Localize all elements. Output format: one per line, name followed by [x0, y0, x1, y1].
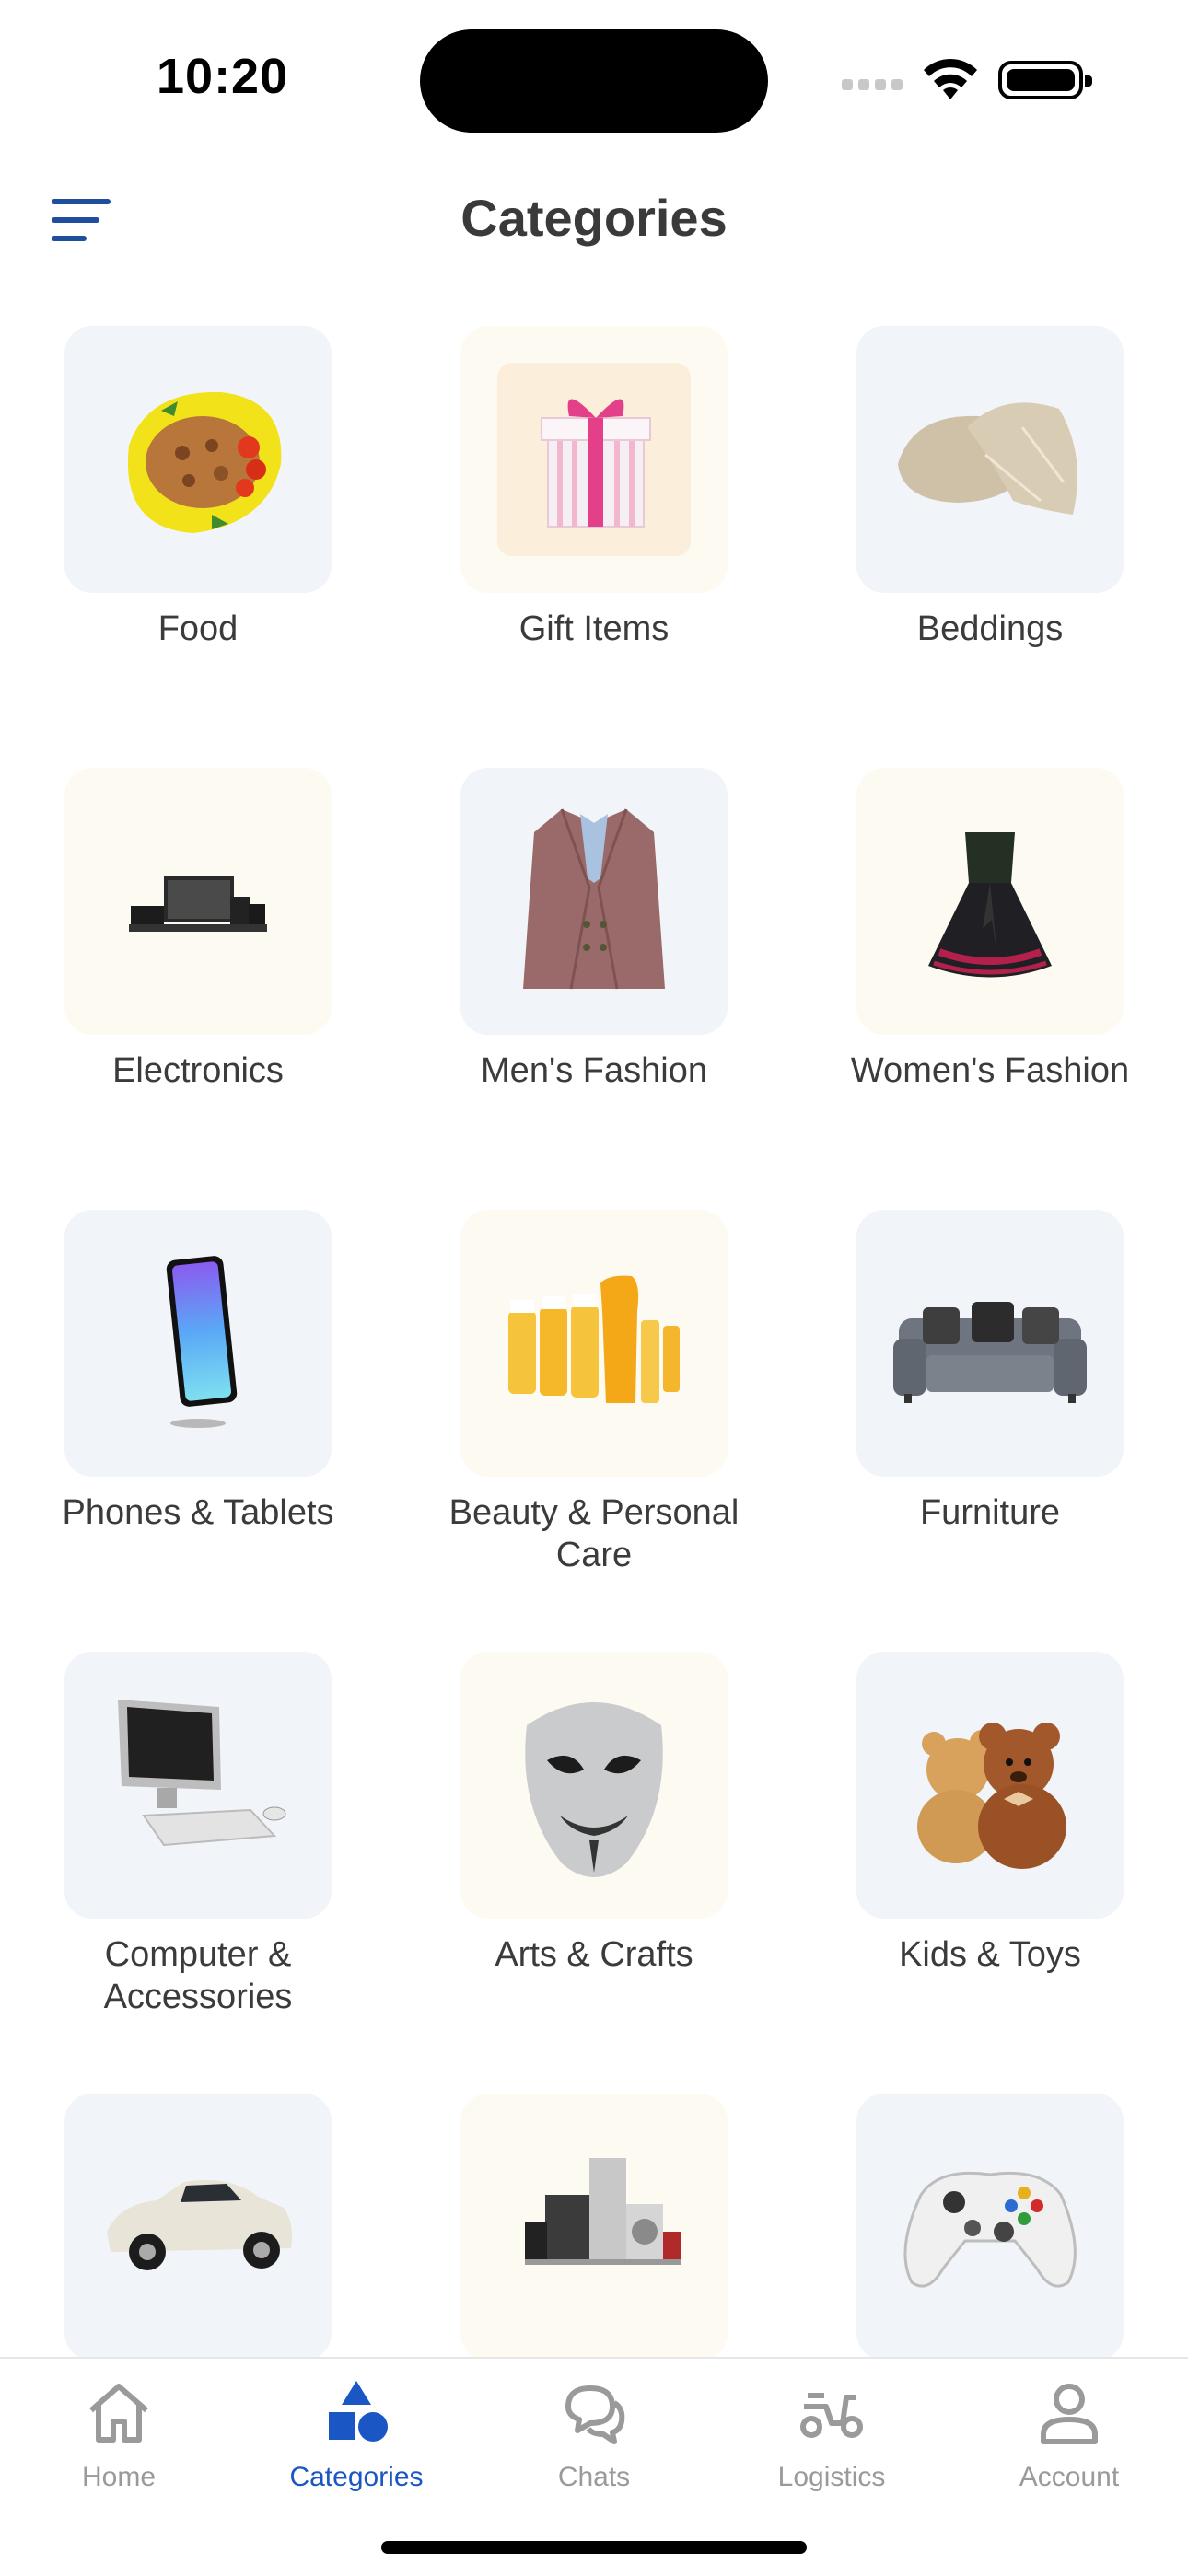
- category-automobiles[interactable]: [0, 2094, 396, 2361]
- electronics-icon: [129, 876, 267, 932]
- chat-icon: [565, 2385, 625, 2444]
- scooter-icon: [800, 2393, 863, 2438]
- category-label: Food: [157, 609, 239, 648]
- category-phones-tablets[interactable]: Phones & Tablets: [0, 1210, 396, 1652]
- category-label: Furniture: [919, 1493, 1061, 1532]
- category-kids-toys[interactable]: Kids & Toys: [792, 1652, 1188, 2094]
- nav-categories[interactable]: Categories: [238, 2359, 475, 2534]
- nav-label: Logistics: [777, 2462, 886, 2492]
- nav-label: Categories: [289, 2462, 424, 2492]
- wifi-icon: [924, 58, 977, 99]
- status-bar: 10:20: [0, 0, 1188, 157]
- dynamic-island: [420, 29, 768, 133]
- category-tile: [460, 2094, 728, 2361]
- category-label: Men's Fashion: [481, 1051, 707, 1090]
- category-electronics[interactable]: Electronics: [0, 768, 396, 1210]
- category-label: Women's Fashion: [850, 1051, 1130, 1090]
- nav-label: Chats: [557, 2462, 631, 2492]
- phone-icon: [166, 1256, 238, 1428]
- category-food[interactable]: Food: [0, 326, 396, 768]
- category-mens-fashion[interactable]: Men's Fashion: [396, 768, 792, 1210]
- home-indicator: [381, 2541, 807, 2554]
- food-icon: [127, 391, 282, 533]
- category-gift-items[interactable]: Gift Items: [396, 326, 792, 768]
- page-title: Categories: [460, 189, 728, 247]
- category-tile: [64, 768, 332, 1035]
- category-label: Gift Items: [518, 609, 670, 648]
- category-appliances[interactable]: [396, 2094, 792, 2361]
- category-label: Computer & Accessories: [103, 1935, 293, 2016]
- appliances-icon: [525, 2158, 681, 2265]
- battery-icon: [998, 61, 1092, 99]
- category-label: Kids & Toys: [899, 1935, 1081, 1974]
- nav-account[interactable]: Account: [950, 2359, 1188, 2534]
- category-tile: [64, 1210, 332, 1477]
- nav-home[interactable]: Home: [0, 2359, 238, 2534]
- nav-logistics[interactable]: Logistics: [713, 2359, 950, 2534]
- category-arts-crafts[interactable]: Arts & Crafts: [396, 1652, 792, 2094]
- category-tile: [460, 326, 728, 593]
- category-tile: [856, 2094, 1124, 2361]
- computer-icon: [118, 1700, 286, 1847]
- category-label: Phones & Tablets: [62, 1493, 334, 1532]
- category-tile: [460, 768, 728, 1035]
- nav-label: Account: [1019, 2462, 1120, 2492]
- category-furniture[interactable]: Furniture: [792, 1210, 1188, 1652]
- dress-icon: [928, 832, 1052, 978]
- category-tile: [856, 1210, 1124, 1477]
- nav-label: Home: [81, 2462, 157, 2492]
- category-tile: [856, 768, 1124, 1035]
- category-tile: [460, 1652, 728, 1919]
- game-controller-icon: [903, 2171, 1077, 2288]
- user-icon: [1041, 2384, 1098, 2444]
- status-time: 10:20: [157, 49, 289, 104]
- home-icon: [89, 2384, 148, 2443]
- category-label: Beauty & Personal Care: [448, 1493, 740, 1574]
- category-tile: [64, 1652, 332, 1919]
- blazer-icon: [523, 808, 665, 990]
- cellular-signal-icon: [842, 79, 904, 92]
- category-tile: [64, 326, 332, 593]
- cosmetics-icon: [508, 1275, 680, 1403]
- category-label: Arts & Crafts: [495, 1935, 693, 1974]
- nav-chats[interactable]: Chats: [475, 2359, 713, 2534]
- category-beddings[interactable]: Beddings: [792, 326, 1188, 768]
- car-icon: [107, 2180, 292, 2270]
- category-tile: [64, 2094, 332, 2361]
- category-label: Beddings: [916, 609, 1064, 648]
- category-tile: [460, 1210, 728, 1477]
- category-gaming[interactable]: [792, 2094, 1188, 2361]
- category-grid: Food Gift Items Beddings Electronics Men…: [0, 326, 1188, 2361]
- category-tile: [856, 326, 1124, 593]
- categories-icon: [329, 2381, 388, 2442]
- sofa-icon: [893, 1302, 1087, 1403]
- category-womens-fashion[interactable]: Women's Fashion: [792, 768, 1188, 1210]
- mask-icon: [525, 1702, 663, 1877]
- category-beauty-personal-care[interactable]: Beauty & Personal Care: [396, 1210, 792, 1652]
- pillows-icon: [898, 402, 1077, 515]
- category-label: Electronics: [112, 1051, 284, 1090]
- gift-icon: [497, 363, 691, 556]
- category-tile: [856, 1652, 1124, 1919]
- category-computer-accessories[interactable]: Computer & Accessories: [0, 1652, 396, 2094]
- teddy-bear-icon: [917, 1723, 1066, 1869]
